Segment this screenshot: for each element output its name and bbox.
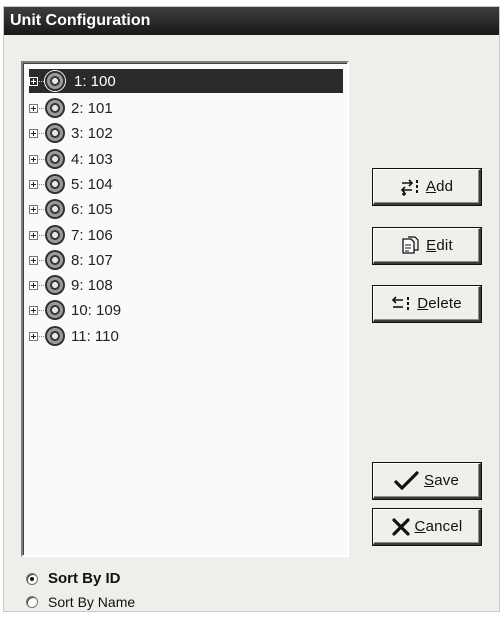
tree-connector [39,158,44,160]
cancel-button[interactable]: Cancel [373,509,481,545]
expand-plus-icon[interactable] [29,128,38,138]
tree-item-unit-3[interactable]: 3: 102 [29,121,343,145]
tree-item-unit-6[interactable]: 6: 105 [29,197,343,221]
expand-plus-icon[interactable] [29,154,38,164]
expand-plus-icon[interactable] [29,76,38,86]
unit-disc-icon [45,250,65,270]
tree-connector [39,183,44,185]
tree-item-label: 11: 110 [71,327,119,345]
tree-connector [39,132,44,134]
tree-item-unit-4[interactable]: 4: 103 [29,147,343,171]
tree-item-label: 5: 104 [71,175,113,193]
add-arrows-icon [400,178,422,196]
add-button-label: dd [436,178,454,195]
cancel-button-label: ancel [425,518,463,535]
unit-disc-icon [45,275,65,295]
unit-disc-icon [45,300,65,320]
delete-button[interactable]: Delete [373,286,481,322]
expand-plus-icon[interactable] [29,305,38,315]
tree-item-label: 9: 108 [71,276,113,294]
tree-connector [39,309,44,311]
sort-by-name-option[interactable]: Sort By Name [26,594,135,610]
expand-plus-icon[interactable] [29,280,38,290]
unit-disc-icon [45,98,65,118]
edit-accelerator: E [426,237,437,254]
edit-document-icon [400,235,422,256]
unit-tree[interactable]: 1: 100 2: 101 3: 102 4: 103 5: 104 6: 10… [21,61,349,557]
tree-connector [39,107,44,109]
tree-connector [39,234,44,236]
tree-connector [39,335,44,337]
tree-item-unit-10[interactable]: 10: 109 [29,298,343,322]
window-title: Unit Configuration [4,7,499,35]
tree-item-unit-2[interactable]: 2: 101 [29,96,343,120]
delete-arrows-icon [391,295,413,313]
unit-configuration-dialog: Unit Configuration 1: 100 2: 101 3: 102 … [3,6,500,612]
tree-connector [39,259,44,261]
expand-plus-icon[interactable] [29,103,38,113]
edit-button-label: dit [436,237,453,254]
tree-connector [39,284,44,286]
add-button[interactable]: Add [373,169,481,205]
sort-by-id-radio[interactable] [26,572,38,585]
tree-item-label: 6: 105 [71,200,113,218]
save-button[interactable]: Save [373,463,481,499]
tree-item-unit-1[interactable]: 1: 100 [29,69,343,93]
sort-by-id-option[interactable]: Sort By ID [26,570,121,587]
sort-by-name-label: Sort By Name [48,594,136,610]
tree-item-label: 8: 107 [71,251,113,269]
x-mark-icon [391,517,411,536]
sort-by-name-radio[interactable] [26,596,38,608]
tree-connector [39,208,44,210]
expand-plus-icon[interactable] [29,230,38,240]
unit-disc-icon [45,149,65,169]
delete-accelerator: D [417,295,429,312]
unit-disc-icon [45,123,65,143]
expand-plus-icon[interactable] [29,255,38,265]
tree-item-label: 1: 100 [71,70,343,92]
unit-disc-icon [45,174,65,194]
tree-item-label: 10: 109 [71,301,122,319]
save-button-label: ave [434,472,459,489]
tree-item-label: 2: 101 [71,99,113,117]
tree-connector [39,80,44,82]
tree-item-unit-7[interactable]: 7: 106 [29,223,343,247]
delete-button-label: elete [428,295,462,312]
checkmark-icon [394,470,420,491]
save-accelerator: S [423,472,435,489]
tree-item-unit-8[interactable]: 8: 107 [29,248,343,272]
tree-item-label: 7: 106 [71,226,113,244]
unit-disc-icon [45,71,65,91]
tree-item-unit-9[interactable]: 9: 108 [29,273,343,297]
unit-disc-icon [45,225,65,245]
unit-disc-icon [45,199,65,219]
cancel-accelerator: C [414,518,426,535]
add-accelerator: A [425,178,437,195]
tree-item-label: 3: 102 [71,124,113,142]
expand-plus-icon[interactable] [29,204,38,214]
tree-item-unit-11[interactable]: 11: 110 [29,324,343,348]
tree-item-unit-5[interactable]: 5: 104 [29,172,343,196]
expand-plus-icon[interactable] [29,331,38,341]
sort-by-id-label: Sort By ID [48,570,121,587]
expand-plus-icon[interactable] [29,179,38,189]
unit-disc-icon [45,326,65,346]
edit-button[interactable]: Edit [373,228,481,264]
tree-item-label: 4: 103 [71,150,113,168]
